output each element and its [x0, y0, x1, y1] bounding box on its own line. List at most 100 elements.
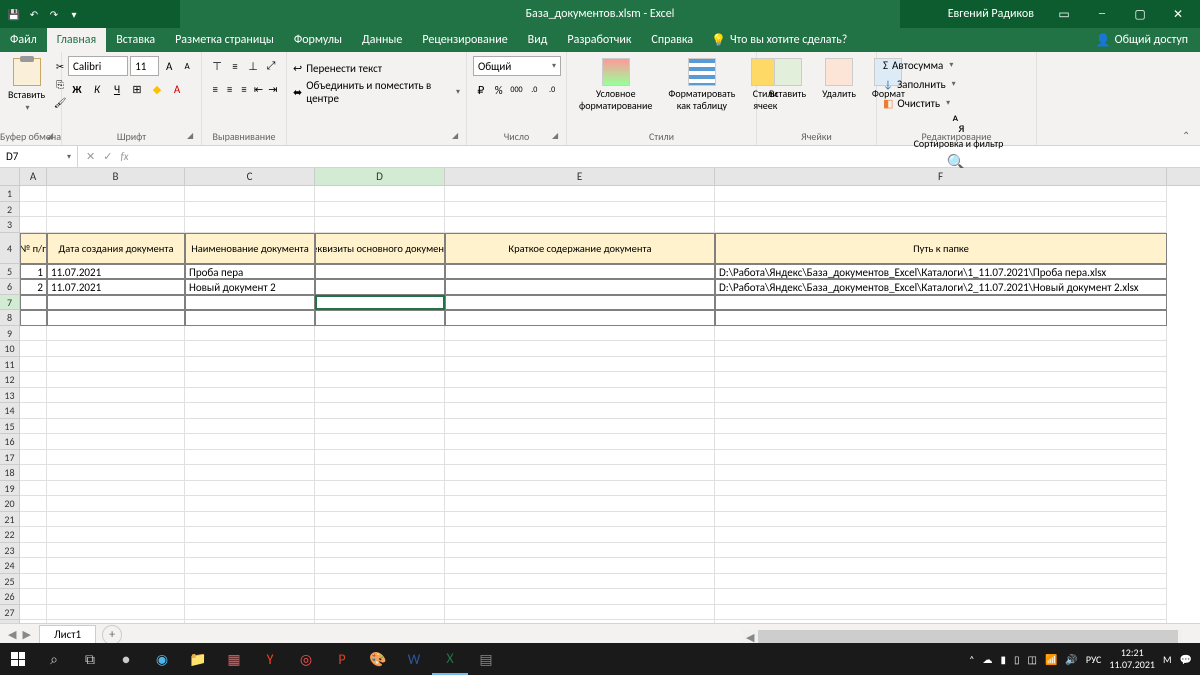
start-button[interactable] — [0, 643, 36, 675]
number-launcher[interactable]: ◢ — [552, 131, 564, 143]
user-name[interactable]: Евгений Радиков — [948, 7, 1034, 21]
cell[interactable] — [315, 279, 445, 295]
shrink-font-icon[interactable]: A — [179, 56, 195, 76]
align-top-icon[interactable]: ⊤ — [208, 56, 226, 76]
tell-me[interactable]: 💡 Что вы хотите сделать? — [711, 33, 847, 48]
tab-data[interactable]: Данные — [352, 28, 412, 52]
percent-icon[interactable]: % — [491, 80, 507, 100]
row-header[interactable]: 20 — [0, 496, 19, 512]
cell[interactable] — [445, 310, 715, 326]
indent-inc-icon[interactable]: ⇥ — [266, 79, 280, 99]
excel-icon[interactable]: X — [432, 643, 468, 675]
tab-insert[interactable]: Вставка — [106, 28, 165, 52]
font-color-button[interactable]: A — [168, 79, 186, 99]
table-header[interactable]: Реквизиты основного документа — [315, 233, 445, 264]
wifi-icon[interactable]: 📶 — [1045, 653, 1057, 666]
undo-icon[interactable]: ↶ — [26, 6, 42, 22]
alignment-launcher[interactable]: ◢ — [452, 131, 464, 143]
font-name-select[interactable]: Calibri — [68, 56, 128, 76]
tab-nav-prev-icon[interactable]: ◀ — [8, 628, 16, 641]
borders-button[interactable]: ⊞ — [128, 79, 146, 99]
taskbar-app-icon[interactable]: ▦ — [216, 643, 252, 675]
align-middle-icon[interactable]: ≡ — [226, 56, 244, 76]
tab-formulas[interactable]: Формулы — [284, 28, 352, 52]
tab-view[interactable]: Вид — [518, 28, 558, 52]
language-indicator[interactable]: РУС — [1086, 653, 1102, 666]
taskbar-app-icon[interactable]: ● — [108, 643, 144, 675]
yandex-icon[interactable]: Y — [252, 643, 288, 675]
align-bottom-icon[interactable]: ⊥ — [244, 56, 262, 76]
fill-button[interactable]: ↓ Заполнить▾ — [883, 75, 1030, 93]
notifications-icon[interactable]: 💬 — [1180, 653, 1192, 666]
tab-layout[interactable]: Разметка страницы — [165, 28, 284, 52]
tab-home[interactable]: Главная — [47, 28, 106, 52]
edge-icon[interactable]: ◉ — [144, 643, 180, 675]
row-header[interactable]: 1 — [0, 186, 19, 202]
table-header[interactable]: Путь к папке — [715, 233, 1167, 264]
cell[interactable] — [47, 295, 185, 311]
align-right-icon[interactable]: ≡ — [237, 79, 251, 99]
row-header[interactable]: 6 — [0, 279, 19, 295]
indent-dec-icon[interactable]: ⇤ — [251, 79, 265, 99]
table-header[interactable]: Наименование документа — [185, 233, 315, 264]
tab-help[interactable]: Справка — [641, 28, 703, 52]
word-icon[interactable]: W — [396, 643, 432, 675]
row-header[interactable]: 26 — [0, 589, 19, 605]
paste-button[interactable]: Вставить ▾ — [6, 56, 47, 141]
row-header[interactable]: 21 — [0, 512, 19, 528]
row-header[interactable]: 16 — [0, 434, 19, 450]
autosum-button[interactable]: Σ Автосумма▾ — [883, 56, 1030, 74]
row-header[interactable]: 7 — [0, 295, 19, 311]
cell[interactable] — [185, 295, 315, 311]
cell[interactable] — [20, 310, 47, 326]
tab-review[interactable]: Рецензирование — [412, 28, 517, 52]
underline-button[interactable]: Ч — [108, 79, 126, 99]
cell[interactable] — [715, 310, 1167, 326]
row-header[interactable]: 27 — [0, 605, 19, 621]
row-header[interactable]: 13 — [0, 388, 19, 404]
number-format-select[interactable]: Общий ▾ — [473, 56, 561, 76]
cell[interactable] — [445, 295, 715, 311]
cell[interactable]: D:\Работа\Яндекс\База_документов_Excel\К… — [715, 264, 1167, 280]
col-header[interactable]: F — [715, 168, 1167, 185]
tab-file[interactable]: Файл — [0, 28, 47, 52]
font-launcher[interactable]: ◢ — [187, 131, 199, 143]
grow-font-icon[interactable]: A — [161, 56, 177, 76]
qat-customize-icon[interactable]: ▾ — [66, 6, 82, 22]
search-icon[interactable]: ⌕ — [36, 643, 72, 675]
fill-color-button[interactable]: ◆ — [148, 79, 166, 99]
volume-icon[interactable]: 🔊 — [1065, 653, 1077, 666]
col-header[interactable]: E — [445, 168, 715, 185]
bold-button[interactable]: Ж — [68, 79, 86, 99]
add-sheet-button[interactable]: + — [102, 625, 122, 645]
font-size-select[interactable]: 11 — [130, 56, 159, 76]
cell[interactable]: 11.07.2021 — [47, 279, 185, 295]
tray-icon[interactable]: ▮ — [1000, 653, 1006, 666]
currency-icon[interactable]: ₽ — [473, 80, 489, 100]
clipboard-launcher[interactable]: ◢ — [47, 131, 59, 143]
file-explorer-icon[interactable]: 📁 — [180, 643, 216, 675]
row-header[interactable]: 22 — [0, 527, 19, 543]
name-box[interactable]: D7 ▾ — [0, 146, 78, 167]
redo-icon[interactable]: ↷ — [46, 6, 62, 22]
cell[interactable] — [315, 310, 445, 326]
save-icon[interactable]: 💾 — [6, 6, 22, 22]
col-header[interactable]: B — [47, 168, 185, 185]
row-header[interactable]: 18 — [0, 465, 19, 481]
col-header[interactable]: D — [315, 168, 445, 185]
delete-cells-button[interactable]: Удалить — [816, 56, 862, 141]
fx-icon[interactable]: fx — [120, 150, 128, 163]
taskbar-app-icon[interactable]: ◎ — [288, 643, 324, 675]
row-header[interactable]: 3 — [0, 217, 19, 233]
powerpoint-icon[interactable]: P — [324, 643, 360, 675]
taskbar-app-icon[interactable]: ▤ — [468, 643, 504, 675]
cell[interactable]: 2 — [20, 279, 47, 295]
row-header[interactable]: 2 — [0, 202, 19, 218]
collapse-ribbon-icon[interactable]: ⌃ — [1182, 129, 1196, 143]
cell[interactable]: D:\Работа\Яндекс\База_документов_Excel\К… — [715, 279, 1167, 295]
close-button[interactable]: ✕ — [1160, 0, 1196, 28]
tray-chevron-icon[interactable]: ˄ — [969, 653, 974, 666]
conditional-formatting-button[interactable]: Условное форматирование — [573, 56, 658, 141]
align-center-icon[interactable]: ≡ — [222, 79, 236, 99]
cell[interactable]: 11.07.2021 — [47, 264, 185, 280]
